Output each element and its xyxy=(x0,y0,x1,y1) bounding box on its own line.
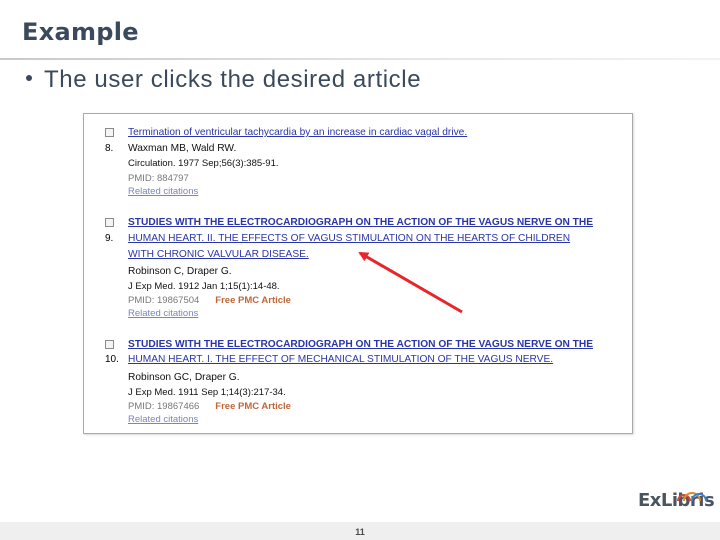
pointer-arrow-icon xyxy=(358,251,463,314)
page-number: 11 xyxy=(355,527,365,537)
logo-arcs-icon xyxy=(677,492,707,502)
